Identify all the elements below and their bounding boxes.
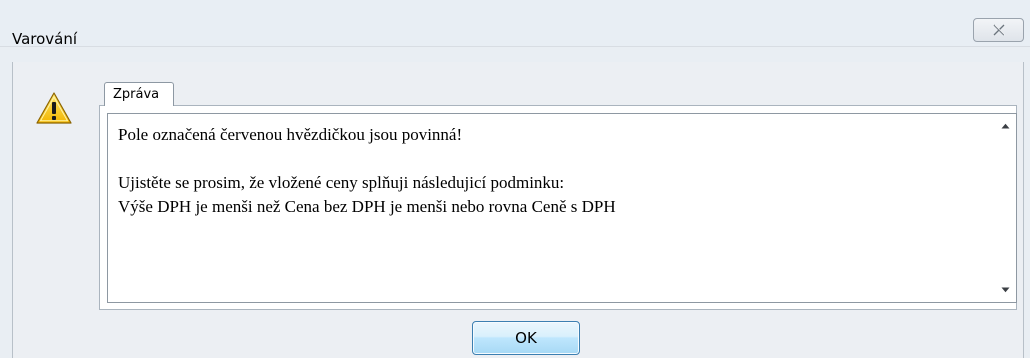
message-line: Ujistěte se prosim, že vložené ceny splň…: [118, 173, 565, 192]
scroll-down-arrow-icon: [1001, 287, 1010, 293]
close-x-icon: [993, 24, 1005, 36]
warning-dialog: Varování Zpráva Pole označená červenou h…: [0, 0, 1030, 358]
scroll-up-button[interactable]: [995, 116, 1016, 136]
title-bar: Varování: [0, 0, 1030, 48]
scroll-up-arrow-icon: [1001, 123, 1010, 129]
close-button[interactable]: [973, 18, 1024, 42]
tab-zprava[interactable]: Zpráva: [104, 82, 174, 106]
message-line: Výše DPH je menši než Cena bez DPH je me…: [118, 197, 616, 216]
tab-label: Zpráva: [113, 87, 160, 102]
warning-triangle-icon: [36, 92, 72, 124]
message-line: [118, 147, 978, 171]
message-line: Pole označená červenou hvězdičkou jsou p…: [118, 125, 463, 144]
message-textbox[interactable]: Pole označená červenou hvězdičkou jsou p…: [107, 113, 1017, 303]
ok-button[interactable]: OK: [472, 321, 580, 355]
dialog-title: Varování: [12, 30, 78, 48]
scroll-down-button[interactable]: [995, 280, 1016, 300]
vertical-scrollbar[interactable]: [995, 114, 1016, 302]
message-text: Pole označená červenou hvězdičkou jsou p…: [108, 114, 988, 228]
